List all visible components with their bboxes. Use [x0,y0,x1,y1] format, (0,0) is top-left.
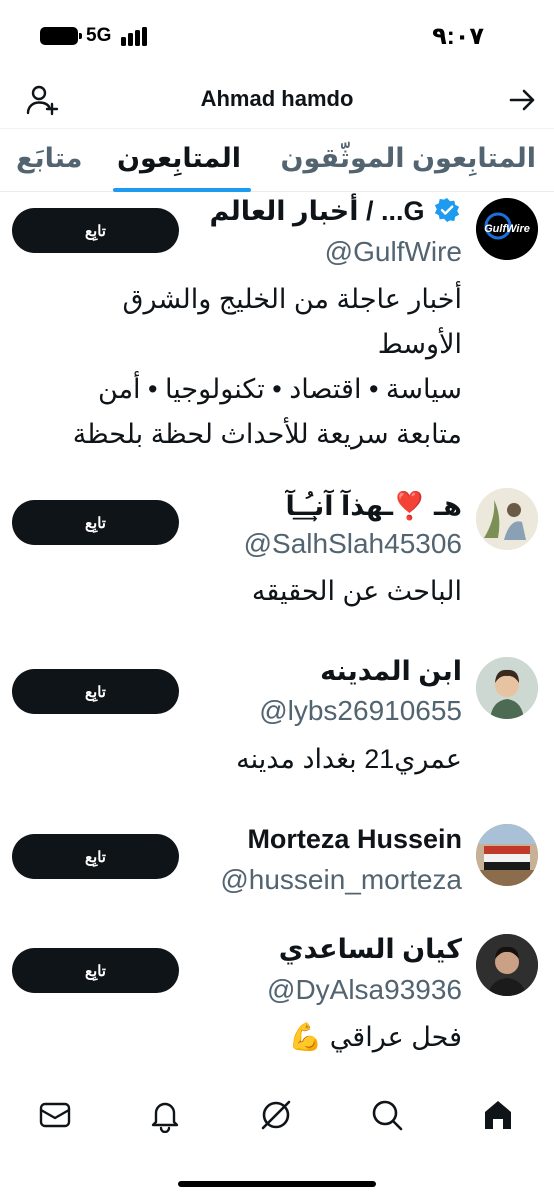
tab-verified-followers[interactable]: المتابِعون الموثّقون [281,143,536,174]
user-handle: @hussein_morteza [220,864,462,895]
user-bio: عمري21 بغداد مدينه [236,744,462,774]
follow-button[interactable]: تابِع [12,500,179,545]
search-icon[interactable] [369,1097,405,1133]
tab-bar: المتابِعون الموثّقون المتابِعون متابَع [0,128,554,192]
user-handle: @DyAlsa93936 [267,974,462,1005]
home-icon[interactable] [480,1097,516,1133]
user-bio: الباحث عن الحقيقه [251,576,462,606]
follow-button[interactable]: تابِع [12,834,179,879]
top-header: Ahmad hamdo [0,72,554,128]
follow-button[interactable]: تابِع [12,669,179,714]
avatar[interactable] [476,488,538,550]
avatar[interactable] [476,657,538,719]
follow-button[interactable]: تابِع [12,208,179,253]
verified-badge-icon [434,197,460,223]
active-tab-indicator [113,188,251,192]
user-name: Morteza Hussein [247,824,462,854]
follow-button[interactable]: تابِع [12,948,179,993]
user-bio: فحل عراقي 💪 [288,1022,462,1052]
back-arrow-icon[interactable] [506,84,538,116]
page-title: Ahmad hamdo [200,86,354,111]
avatar[interactable] [476,824,538,886]
mail-icon[interactable] [37,1097,73,1133]
network-label: 5G [86,25,112,46]
user-name: كيان الساعدي [278,934,462,964]
user-bio: أخبار عاجلة من الخليج والشرق الأوسط سياس… [72,284,462,449]
clock: ٩:٠٧ [432,23,484,50]
tab-followers[interactable]: المتابِعون [117,143,241,174]
user-name: ابن المدينه [320,656,462,686]
user-name: أخبار العالم / ...G [209,196,462,227]
user-handle: @SalhSlah45306 [243,528,462,559]
grok-icon[interactable] [258,1097,294,1133]
user-handle: @GulfWire [324,236,462,267]
bottom-nav [0,1085,554,1147]
status-bar: 5G ٩:٠٧ [0,0,554,72]
user-name: هـ ❣️ـهذآ آنـُ͢ـآ [285,491,462,521]
avatar[interactable] [476,934,538,996]
tab-following[interactable]: متابَع [16,143,82,174]
svg-text:GulfWire: GulfWire [484,223,530,235]
user-handle: @lybs26910655 [259,695,462,726]
home-indicator [178,1181,376,1187]
signal-icon [121,27,151,46]
battery-icon [40,27,82,45]
bell-icon[interactable] [147,1097,183,1134]
avatar[interactable]: GulfWire [476,198,538,260]
